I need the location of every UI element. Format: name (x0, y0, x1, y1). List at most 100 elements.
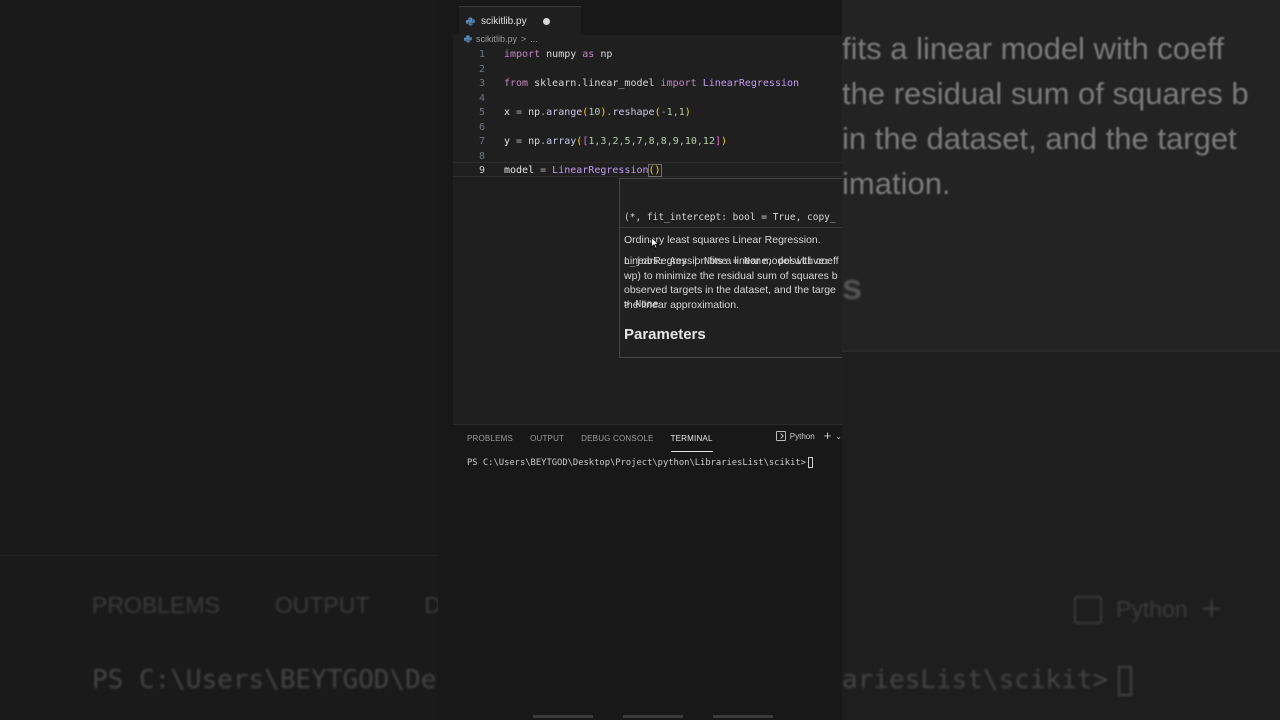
activity-bar (438, 0, 453, 720)
background-doc-line: the residual sum of squares b (842, 76, 1249, 111)
chevron-down-icon[interactable]: ⌄ (835, 432, 842, 441)
terminal-icon[interactable] (775, 431, 786, 441)
line-number: 4 (478, 92, 485, 104)
code-line[interactable]: 1 import numpy as np (453, 47, 842, 62)
line-number: 3 (478, 78, 485, 89)
doc-body-line: wp) to minimize the residual sum of squa… (624, 269, 838, 282)
hover-divider (620, 227, 842, 228)
tab-bar: scikitlib.py (453, 0, 842, 35)
status-item[interactable] (533, 715, 593, 718)
background-terminal-tools: Python + (1074, 590, 1221, 629)
background-panel-tabs: PROBLEMS OUTPUT DE (92, 592, 438, 619)
tab-debug-console[interactable]: DEBUG CONSOLE (581, 434, 653, 452)
tab-label: scikitlib.py (481, 15, 527, 27)
doc-body-line: LinearRegression fits a linear model wit… (624, 255, 839, 267)
code-token: 10 (684, 136, 697, 147)
background-right: fits a linear model with coeff the resid… (842, 0, 1280, 720)
code-line[interactable]: 9 model = LinearRegression() (453, 163, 842, 178)
code-token: () (647, 164, 662, 177)
background-tab: DE (424, 592, 438, 618)
doc-body-line: observed targets in the dataset, and the… (624, 284, 836, 297)
python-file-icon (466, 16, 475, 26)
line-number: 1 (478, 49, 485, 60)
status-item[interactable] (623, 715, 683, 718)
line-number: 8 (478, 150, 485, 162)
new-terminal-plus-icon[interactable]: + (824, 429, 832, 442)
doc-body-line: the linear approximation. (624, 298, 739, 311)
code-text: from sklearn.linear_model import LinearR… (504, 76, 799, 91)
line-number: 2 (478, 63, 485, 75)
code-text: model = LinearRegression() (504, 163, 662, 178)
doc-body: LinearRegression fits a linear model wit… (624, 254, 839, 312)
breadcrumb-file[interactable]: scikitlib.py (476, 34, 517, 44)
code-token: = (516, 107, 529, 118)
background-right-prompt-text: ariesList\scikit> (842, 665, 1109, 695)
tab-scikitlib[interactable]: scikitlib.py (459, 6, 581, 35)
code-token: numpy (546, 49, 583, 60)
code-token: x (504, 107, 517, 118)
code-text: import numpy as np (504, 47, 612, 62)
code-token: as (582, 49, 601, 60)
code-line[interactable]: 3 from sklearn.linear_model import Linear… (453, 76, 842, 91)
parameters-heading: Parameters (624, 326, 706, 343)
code-line[interactable]: 7 y = np.array([1,3,2,5,7,8,8,9,10,12]) (453, 134, 842, 149)
background-doc-line: imation. (842, 166, 951, 201)
python-file-icon (464, 35, 472, 43)
code-token: ) (721, 136, 728, 147)
background-right-prompt: ariesList\scikit> (842, 665, 1133, 696)
line-number: 7 (478, 136, 485, 147)
background-plus-icon: + (1201, 590, 1222, 628)
code-token: LinearRegression (702, 78, 800, 89)
terminal-prompt-text: PS C:\Users\BEYTGOD\Desktop\Project\pyth… (467, 458, 806, 468)
tab-terminal[interactable]: TERMINAL (670, 434, 713, 452)
panel-tabs: PROBLEMS OUTPUT DEBUG CONSOLE TERMINAL (467, 434, 730, 452)
line-number: 5 (478, 107, 485, 118)
code-token: 12 (702, 136, 715, 147)
background-doc: fits a linear model with coeff the resid… (842, 26, 1280, 206)
signature-line: (*, fit_intercept: bool = True, copy_ (624, 212, 836, 223)
code-token: model (504, 165, 541, 176)
code-text: y = np.array([1,3,2,5,7,8,8,9,10,12]) (504, 134, 727, 149)
code-token: sklearn.linear_model (534, 78, 661, 89)
background-cursor (1118, 665, 1133, 696)
background-left: PROBLEMS OUTPUT DE PS C:\Users\BEYTGOD\D… (0, 0, 438, 720)
unsaved-dot-icon[interactable] (542, 17, 550, 25)
code-line[interactable]: 5 x = np.arange(10).reshape(-1,1) (453, 105, 842, 120)
code-line[interactable]: 6 (453, 120, 842, 135)
bottom-panel: PROBLEMS OUTPUT DEBUG CONSOLE TERMINAL P… (453, 424, 842, 720)
code-token: ) (684, 107, 691, 118)
code-token: array (546, 136, 577, 147)
tab-output[interactable]: OUTPUT (530, 434, 564, 452)
background-prompt: PS C:\Users\BEYTGOD\De (92, 665, 437, 695)
breadcrumb-more[interactable]: ... (530, 34, 538, 44)
background-doc-line: in the dataset, and the target (842, 121, 1237, 156)
status-item[interactable] (713, 715, 773, 718)
background-doc-line: fits a linear model with coeff (842, 31, 1224, 66)
code-token: from (504, 78, 535, 89)
code-token: y (504, 136, 517, 147)
terminal-tools: Python + ⌄ (775, 429, 842, 442)
mouse-pointer-icon (651, 237, 659, 249)
background-tab: OUTPUT (274, 592, 370, 618)
status-bar (453, 714, 842, 720)
breadcrumb-separator: > (521, 34, 527, 44)
code-token: arange (546, 107, 583, 118)
code-token: np (528, 107, 541, 118)
code-token: np (528, 136, 541, 147)
code-text: x = np.arange(10).reshape(-1,1) (504, 105, 691, 120)
code-line[interactable]: 4 (453, 91, 842, 106)
hover-tooltip[interactable]: (*, fit_intercept: bool = True, copy_ n_… (619, 178, 842, 358)
code-token: np (600, 49, 613, 60)
tab-problems[interactable]: PROBLEMS (467, 434, 513, 452)
terminal-prompt[interactable]: PS C:\Users\BEYTGOD\Desktop\Project\pyth… (467, 457, 813, 468)
code-token: import (504, 49, 547, 60)
background-terminal-icon (1074, 595, 1102, 624)
code-token: import (660, 78, 703, 89)
code-token: reshape (612, 107, 655, 118)
background-tab: PROBLEMS (92, 592, 220, 618)
code-line[interactable]: 2 (453, 62, 842, 77)
background-heading-fragment: s (842, 266, 863, 307)
terminal-profile-label[interactable]: Python (790, 432, 815, 441)
code-line[interactable]: 8 (453, 149, 842, 164)
code-token: = (516, 136, 529, 147)
